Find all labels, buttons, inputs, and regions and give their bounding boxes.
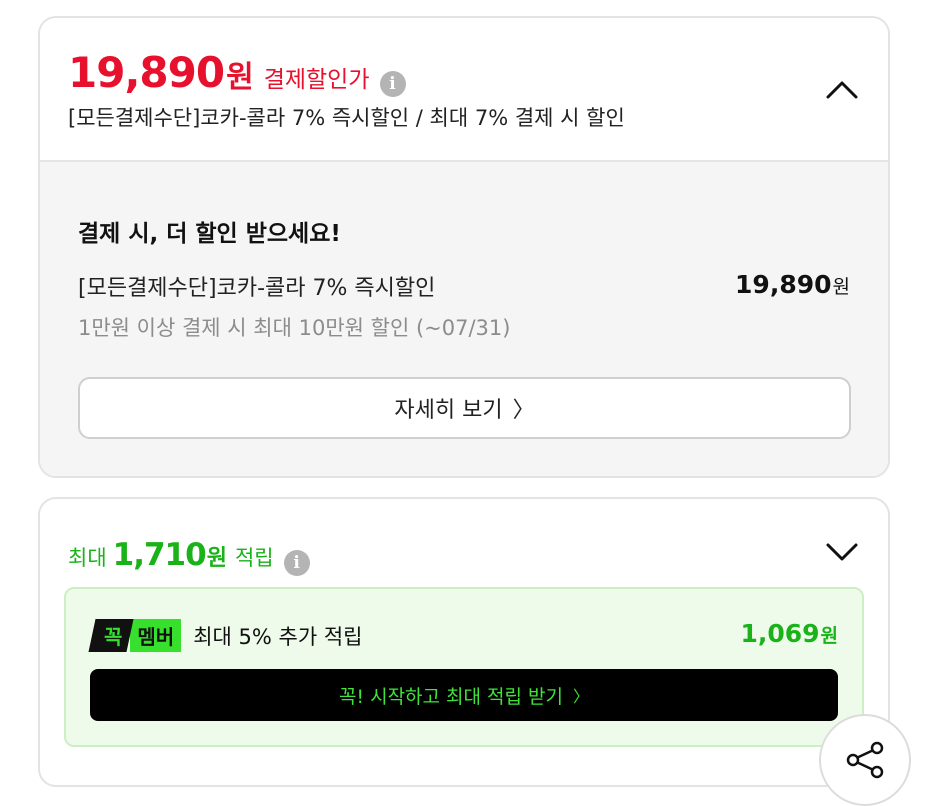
member-badge-label: 멤버 (130, 619, 182, 652)
price-card: 19,890 원 결제할인가 i [모든결제수단]코카-콜라 7% 즉시할인 /… (38, 16, 890, 478)
info-icon[interactable]: i (379, 71, 406, 97)
member-benefit-line: 꼭 멤버 최대 5% 추가 적립 (88, 619, 363, 652)
discount-price-label: 결제할인가 (263, 67, 370, 93)
chevron-right-icon: 〉 (573, 687, 590, 706)
promo-name: [모든결제수단]코카-콜라 7% 즉시할인 (78, 276, 436, 301)
member-benefit-text: 최대 5% 추가 적립 (193, 624, 363, 649)
price-header[interactable]: 19,890 원 결제할인가 i [모든결제수단]코카-콜라 7% 즉시할인 /… (40, 18, 888, 162)
chevron-down-icon[interactable] (822, 531, 862, 571)
member-benefit-box: 꼭 멤버 최대 5% 추가 적립 1,069 원 꼭! 시작하고 최대 적립 받… (64, 587, 864, 747)
price-row: 19,890 원 결제할인가 i (68, 48, 406, 97)
promo-condition: 1만원 이상 결제 시 최대 10만원 할인 (~07/31) (78, 316, 511, 340)
reward-amount: 1,710 (112, 537, 207, 573)
reward-prefix: 최대 (68, 546, 107, 570)
reward-unit: 원 (206, 546, 227, 571)
member-reward-value: 1,069 (740, 619, 820, 648)
start-membership-label: 꼭! 시작하고 최대 적립 받기 (338, 685, 564, 708)
chevron-up-icon[interactable] (822, 70, 862, 110)
view-details-button[interactable]: 자세히 보기 〉 (78, 377, 851, 439)
member-reward-unit: 원 (820, 625, 838, 647)
promo-section: 결제 시, 더 할인 받으세요! [모든결제수단]코카-콜라 7% 즉시할인 1… (40, 162, 888, 476)
discount-price: 19,890 (68, 48, 225, 97)
info-icon[interactable]: i (283, 550, 310, 576)
reward-suffix: 적립 (234, 546, 274, 570)
reward-row: 최대 1,710 원 적립 i (68, 537, 310, 576)
share-button[interactable] (819, 714, 911, 806)
promo-price-value: 19,890 (735, 270, 832, 299)
share-icon (846, 741, 884, 779)
view-details-label: 자세히 보기 (394, 398, 503, 423)
start-membership-button[interactable]: 꼭! 시작하고 최대 적립 받기 〉 (90, 669, 838, 721)
promo-price-unit: 원 (832, 276, 850, 298)
member-reward-amount: 1,069 원 (740, 619, 838, 648)
chevron-right-icon: 〉 (512, 398, 535, 423)
discount-description: [모든결제수단]코카-콜라 7% 즉시할인 / 최대 7% 결제 시 할인 (68, 106, 625, 130)
promo-price: 19,890 원 (735, 270, 850, 299)
promo-title: 결제 시, 더 할인 받으세요! (78, 221, 341, 247)
price-unit: 원 (226, 60, 254, 95)
member-badge-logo: 꼭 (88, 619, 134, 652)
reward-card: 최대 1,710 원 적립 i 꼭 멤버 최대 5% 추가 적립 1,069 원… (38, 497, 890, 787)
